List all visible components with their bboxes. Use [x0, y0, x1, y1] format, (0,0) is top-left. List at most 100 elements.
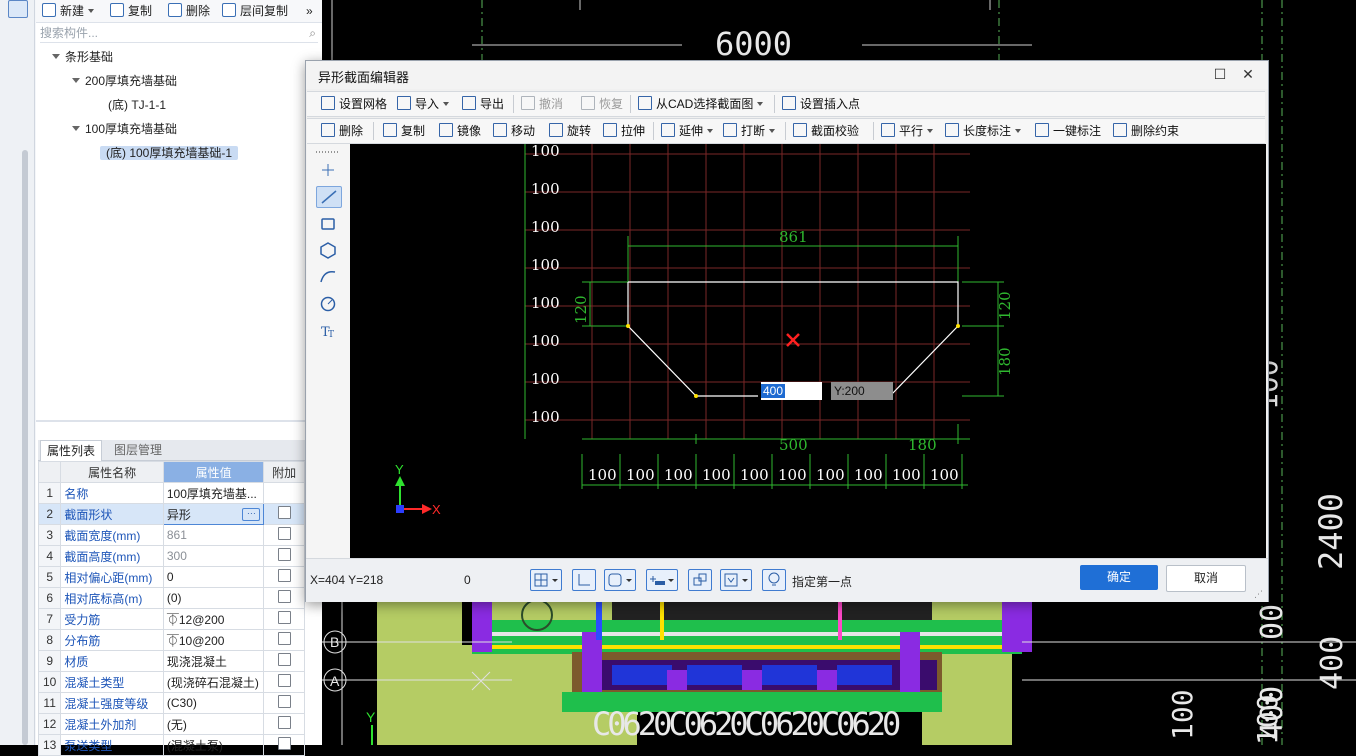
more-button[interactable]: »	[306, 3, 313, 19]
extra-checkbox[interactable]	[277, 716, 291, 729]
list-view-icon[interactable]	[8, 0, 28, 18]
grid-snap-toggle[interactable]	[530, 569, 562, 591]
text-tool-icon[interactable]: TT	[316, 320, 340, 340]
property-row[interactable]: 7 受力筋 ⏁12@200	[37, 608, 305, 630]
export-button[interactable]: 导出	[462, 96, 504, 112]
property-row[interactable]: 10 混凝土类型 (现浇碎石混凝土)	[37, 671, 305, 693]
property-value[interactable]: (无)	[162, 713, 265, 735]
point-tool-icon[interactable]	[316, 160, 340, 180]
tree-node-strip-foundation[interactable]: 条形基础	[52, 46, 113, 68]
property-row[interactable]: 11 混凝土强度等级 (C30)	[37, 692, 305, 714]
extra-checkbox[interactable]	[277, 653, 291, 666]
dynamic-input-toggle[interactable]	[646, 569, 678, 591]
move-button[interactable]: 移动	[493, 123, 535, 139]
tree-item-100-wall-foundation-1[interactable]: (底) 100厚填充墙基础-1	[100, 142, 239, 164]
property-value[interactable]: ⏁12@200	[162, 608, 265, 630]
grid-x-label: 100	[854, 466, 883, 484]
line-tool-icon[interactable]	[316, 186, 342, 208]
selection-mode-toggle[interactable]	[720, 569, 752, 591]
property-row[interactable]: 8 分布筋 ⏁10@200	[37, 629, 305, 651]
cancel-button[interactable]: 取消	[1166, 565, 1246, 592]
ok-button[interactable]: 确定	[1080, 565, 1158, 590]
extra-checkbox[interactable]	[277, 569, 291, 582]
auto-dimension-button[interactable]: 一键标注	[1035, 123, 1101, 139]
property-row[interactable]: 4 截面高度(mm) 300	[37, 545, 305, 567]
close-icon[interactable]: ✕	[1240, 66, 1256, 82]
extra-checkbox[interactable]	[277, 548, 291, 561]
tab-layer-management[interactable]: 图层管理	[108, 440, 168, 460]
extra-checkbox[interactable]	[277, 695, 291, 708]
tab-property-list[interactable]: 属性列表	[40, 440, 103, 461]
left-strip-scrollbar[interactable]	[22, 150, 28, 745]
stretch-button[interactable]: 拉伸	[603, 123, 645, 139]
extra-checkbox[interactable]	[277, 674, 291, 687]
object-snap-toggle[interactable]	[604, 569, 636, 591]
property-value[interactable]: ⏁10@200	[162, 629, 265, 651]
extra-checkbox[interactable]	[277, 737, 291, 750]
tree-node-100-wall-foundation[interactable]: 100厚填充墙基础	[72, 118, 177, 140]
tree-node-200-wall-foundation[interactable]: 200厚填充墙基础	[72, 70, 177, 92]
new-button[interactable]: 新建	[42, 3, 95, 19]
import-button[interactable]: 导入	[397, 96, 450, 112]
property-value[interactable]: (0)	[162, 587, 265, 609]
property-value[interactable]: 现浇混凝土	[162, 650, 265, 672]
property-row[interactable]: 5 相对偏心距(mm) 0	[37, 566, 305, 588]
property-value-editor[interactable]: 异形 ···	[162, 503, 265, 525]
search-input[interactable]: 搜索构件... ⌕	[40, 24, 318, 43]
set-insert-point-button[interactable]: 设置插入点	[782, 96, 860, 112]
undo-button[interactable]: 撤消	[521, 96, 563, 112]
delete-shape-button[interactable]: 删除	[321, 123, 363, 139]
break-button[interactable]: 打断	[723, 123, 776, 139]
maximize-icon[interactable]: ☐	[1212, 66, 1228, 82]
property-value[interactable]: 300	[162, 545, 265, 567]
select-from-cad-button[interactable]: 从CAD选择截面图	[638, 96, 764, 112]
floor-copy-button[interactable]: 层间复制	[222, 3, 288, 19]
extra-checkbox[interactable]	[277, 611, 291, 624]
polar-tracking-toggle[interactable]	[688, 569, 712, 591]
circle-tool-icon[interactable]	[316, 294, 340, 314]
property-value[interactable]: (混凝土泵)	[162, 734, 265, 756]
property-value[interactable]: (C30)	[162, 692, 265, 714]
rectangle-tool-icon[interactable]	[316, 214, 340, 234]
mirror-button[interactable]: 镜像	[439, 123, 481, 139]
property-value[interactable]: 0	[162, 566, 265, 588]
dialog-titlebar[interactable]: 异形截面编辑器 ☐ ✕	[306, 61, 1268, 89]
mirror-icon	[439, 123, 453, 137]
x-coordinate-input[interactable]: 400	[761, 382, 822, 400]
copy-shape-button[interactable]: 复制	[383, 123, 425, 139]
property-row[interactable]: 3 截面宽度(mm) 861	[37, 524, 305, 546]
property-row[interactable]: 2 截面形状 异形 ···	[37, 503, 305, 525]
lightbulb-icon[interactable]	[762, 569, 786, 591]
property-value[interactable]: (现浇碎石混凝土)	[162, 671, 265, 693]
copy-button[interactable]: 复制	[110, 3, 152, 19]
redo-button[interactable]: 恢复	[581, 96, 623, 112]
tree-item-tj-1-1[interactable]: (底) TJ-1-1	[108, 94, 166, 116]
extra-checkbox[interactable]	[277, 632, 291, 645]
delete-button[interactable]: 删除	[168, 3, 210, 19]
ellipsis-icon[interactable]: ···	[242, 507, 261, 521]
grid-icon	[321, 96, 335, 110]
extend-button[interactable]: 延伸	[661, 123, 714, 139]
length-dimension-button[interactable]: 长度标注	[945, 123, 1022, 139]
ortho-toggle[interactable]	[572, 569, 596, 591]
property-value[interactable]: 861	[162, 524, 265, 546]
property-value[interactable]: 100厚填充墙基...	[162, 482, 265, 504]
polygon-tool-icon[interactable]	[316, 240, 340, 260]
section-drawing-canvas[interactable]: 100 100 100 100 100 100 100 100 100 100 …	[350, 144, 1266, 558]
y-coordinate-input[interactable]: Y:200	[831, 382, 893, 400]
resize-grip-icon[interactable]: ⋰	[1254, 589, 1263, 600]
delete-constraint-button[interactable]: 删除约束	[1113, 123, 1179, 139]
section-check-button[interactable]: 截面校验	[793, 123, 859, 139]
extra-checkbox[interactable]	[277, 590, 291, 603]
extra-checkbox[interactable]	[277, 527, 291, 540]
property-row[interactable]: 13 泵送类型 (混凝土泵)	[37, 734, 305, 756]
property-row[interactable]: 6 相对底标高(m) (0)	[37, 587, 305, 609]
property-row[interactable]: 12 混凝土外加剂 (无)	[37, 713, 305, 735]
extra-checkbox[interactable]	[277, 506, 291, 519]
property-row[interactable]: 1 名称 100厚填充墙基...	[37, 482, 305, 504]
rotate-button[interactable]: 旋转	[549, 123, 591, 139]
set-grid-button[interactable]: 设置网格	[321, 96, 387, 112]
arc-tool-icon[interactable]	[316, 266, 340, 286]
property-row[interactable]: 9 材质 现浇混凝土	[37, 650, 305, 672]
parallel-button[interactable]: 平行	[881, 123, 934, 139]
